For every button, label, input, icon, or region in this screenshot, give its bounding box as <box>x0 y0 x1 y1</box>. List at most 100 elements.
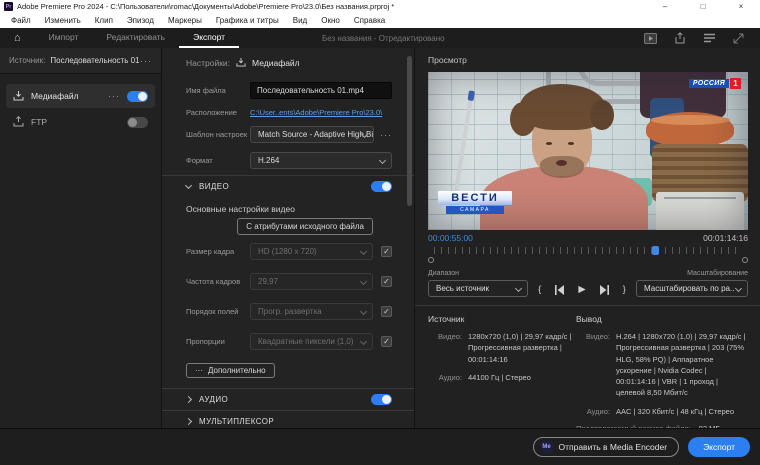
mark-in-button[interactable]: { <box>538 285 541 295</box>
multiplexer-section-title: МУЛЬТИПЛЕКСОР <box>199 417 392 426</box>
preset-dropdown[interactable]: Match Source - Adaptive High Bitrate <box>250 126 374 143</box>
video-preview[interactable]: РОССИЯ 1 ВЕСТИ САМАРА <box>428 72 748 230</box>
mediafile-menu-icon[interactable]: ··· <box>108 91 120 101</box>
upload-tray-icon <box>13 116 24 129</box>
source-label: Источник: <box>9 56 45 65</box>
current-timecode: 00:00:55:00 <box>428 233 473 243</box>
zoom-dropdown[interactable]: Масштабировать по ра.. <box>636 280 748 297</box>
preview-title: Просмотр <box>428 55 748 65</box>
output-summary-title: Вывод <box>576 314 748 324</box>
match-source-button[interactable]: С атрибутами исходного файла <box>237 218 373 235</box>
premiere-export-window: Pr Adobe Premiere Pro 2024 - C:\Пользова… <box>0 0 760 465</box>
fullscreen-icon[interactable] <box>733 33 744 44</box>
step-back-button[interactable] <box>554 285 565 295</box>
download-tray-icon <box>236 57 246 69</box>
format-dropdown[interactable]: H.264 <box>250 152 392 169</box>
source-audio-info: 44100 Гц | Стерео <box>468 372 531 383</box>
project-status: Без названия - Отредактировано <box>322 34 445 43</box>
location-label: Расположение <box>186 108 250 117</box>
zoom-label: Масштабирование <box>636 270 748 277</box>
more-settings-button[interactable]: ··· Дополнительно <box>186 363 275 378</box>
home-icon[interactable]: ⌂ <box>14 33 21 44</box>
frame-size-label: Размер кадра <box>186 247 250 256</box>
range-dropdown[interactable]: Весь источник <box>428 280 528 297</box>
range-out-handle[interactable] <box>742 257 748 263</box>
channel-name: РОССИЯ <box>689 79 729 88</box>
timeline-scrubber[interactable] <box>428 246 748 263</box>
channel-logo: РОССИЯ 1 <box>689 78 741 89</box>
chevron-down-icon <box>360 338 367 345</box>
menu-file[interactable]: Файл <box>4 16 38 25</box>
field-order-checkbox[interactable]: ✓ <box>381 306 392 317</box>
playhead[interactable] <box>652 246 659 255</box>
location-link[interactable]: C:\User..ents\Adobe\Premiere Pro\23.0\ <box>250 108 392 117</box>
menu-edit[interactable]: Изменить <box>38 16 88 25</box>
video-section-header[interactable]: ВИДЕО <box>186 176 392 197</box>
destination-mediafile[interactable]: Медиафайл ··· <box>6 84 155 108</box>
chevron-down-icon <box>515 285 522 292</box>
ftp-toggle[interactable] <box>127 117 148 128</box>
menu-view[interactable]: Вид <box>286 16 314 25</box>
chevron-down-icon <box>735 285 742 292</box>
vesti-subtitle: САМАРА <box>446 206 504 214</box>
frame-size-dropdown: HD (1280 x 720) <box>250 243 373 260</box>
audio-section-title: АУДИО <box>199 395 363 404</box>
end-timecode: 00:01:14:16 <box>703 233 748 243</box>
minimize-button[interactable]: – <box>646 0 684 13</box>
sequence-name: Последовательность 01 <box>50 56 140 65</box>
timeline-ticks <box>434 247 742 254</box>
media-encoder-icon: Me <box>541 441 553 453</box>
frame-rate-checkbox[interactable]: ✓ <box>381 276 392 287</box>
source-panel: Источник: Последовательность 01 ··· Меди… <box>0 48 162 428</box>
frame-size-checkbox[interactable]: ✓ <box>381 246 392 257</box>
workspaces-icon[interactable] <box>703 33 716 43</box>
close-button[interactable]: × <box>722 0 760 13</box>
multiplexer-section-header[interactable]: МУЛЬТИПЛЕКСОР <box>186 411 392 428</box>
aspect-dropdown: Квадратные пиксели (1,0) <box>250 333 373 350</box>
source-video-info: 1280x720 (1,0) | 29,97 кадр/с | Прогресс… <box>468 331 576 365</box>
chevron-down-icon <box>379 157 386 164</box>
aspect-checkbox[interactable]: ✓ <box>381 336 392 347</box>
title-bar: Pr Adobe Premiere Pro 2024 - C:\Пользова… <box>0 0 760 13</box>
filename-input[interactable] <box>250 82 392 99</box>
video-section-title: ВИДЕО <box>199 182 363 191</box>
export-button[interactable]: Экспорт <box>688 437 750 457</box>
frame-rate-dropdown: 29,97 <box>250 273 373 290</box>
quick-export-icon[interactable] <box>644 33 657 44</box>
tab-import[interactable]: Импорт <box>35 28 93 48</box>
menu-window[interactable]: Окно <box>314 16 347 25</box>
tab-edit[interactable]: Редактировать <box>92 28 179 48</box>
maximize-button[interactable]: □ <box>684 0 722 13</box>
source-menu-icon[interactable]: ··· <box>140 56 152 66</box>
premiere-app-icon: Pr <box>4 2 13 11</box>
field-order-dropdown: Прогр. развертка <box>250 303 373 320</box>
step-forward-button[interactable] <box>599 285 610 295</box>
destination-label: FTP <box>31 117 120 127</box>
destination-ftp[interactable]: FTP <box>6 110 155 134</box>
footer-bar: Me Отправить в Media Encoder Экспорт <box>0 428 760 465</box>
range-label: Диапазон <box>428 270 528 277</box>
range-in-handle[interactable] <box>428 257 434 263</box>
settings-scrollbar[interactable] <box>407 56 412 206</box>
menu-markers[interactable]: Маркеры <box>161 16 209 25</box>
field-order-label: Порядок полей <box>186 307 250 316</box>
source-summary-title: Источник <box>428 314 576 324</box>
video-toggle[interactable] <box>371 181 392 192</box>
send-to-media-encoder-button[interactable]: Me Отправить в Media Encoder <box>533 437 680 457</box>
menu-clip[interactable]: Клип <box>88 16 120 25</box>
share-icon[interactable] <box>674 32 686 44</box>
aspect-label: Пропорции <box>186 337 250 346</box>
mark-out-button[interactable]: } <box>623 285 626 295</box>
tab-export[interactable]: Экспорт <box>179 28 239 48</box>
mediafile-toggle[interactable] <box>127 91 148 102</box>
menu-help[interactable]: Справка <box>347 16 392 25</box>
format-label: Формат <box>186 156 250 165</box>
menu-sequence[interactable]: Эпизод <box>120 16 161 25</box>
audio-toggle[interactable] <box>371 394 392 405</box>
preset-menu-icon[interactable]: ··· <box>380 130 392 140</box>
audio-section-header[interactable]: АУДИО <box>186 389 392 410</box>
export-summary: Источник Видео: 1280x720 (1,0) | 29,97 к… <box>428 306 748 428</box>
chevron-down-icon <box>360 248 367 255</box>
menu-graphics[interactable]: Графика и титры <box>209 16 286 25</box>
play-button[interactable]: ▶ <box>578 285 585 295</box>
